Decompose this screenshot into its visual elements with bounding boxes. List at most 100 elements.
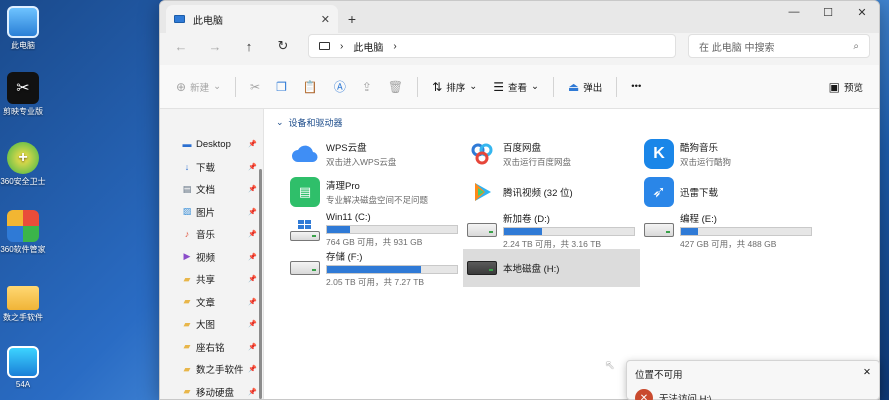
sidebar-item[interactable]: ▬ Desktop 📌	[160, 133, 263, 156]
tile-name: WPS云盘	[326, 143, 367, 154]
desktop-icon-folder[interactable]: 数之手软件	[0, 280, 46, 323]
maximize-button[interactable]: ☐	[811, 1, 845, 23]
sidebar-item[interactable]: ▨ 图片 📌	[160, 201, 263, 224]
tile-sub: 双击运行酷狗	[680, 157, 732, 167]
paste-button[interactable]: 📋	[297, 73, 324, 101]
tile-drive-e[interactable]: 编程 (E:) 427 GB 可用，共 488 GB	[640, 211, 817, 249]
share-icon: ⇪	[361, 79, 372, 94]
tile-xunlei[interactable]: ➶ 迅雷下载	[640, 173, 817, 211]
search-placeholder: 在 此电脑 中搜索	[699, 42, 775, 54]
scissors-icon: ✂	[250, 79, 261, 94]
forward-arrow-icon[interactable]: →	[200, 35, 230, 57]
tile-tencent-video[interactable]: 腾讯视频 (32 位)	[463, 173, 640, 211]
tile-baidu-netdisk[interactable]: 百度网盘 双击运行百度网盘	[463, 135, 640, 173]
minimize-button[interactable]: —	[777, 1, 811, 23]
sidebar-item-label: 共享	[196, 275, 216, 287]
tile-drive-h[interactable]: 本地磁盘 (H:)	[463, 249, 640, 287]
sidebar-item[interactable]: ♪ 音乐 📌	[160, 223, 263, 246]
new-button[interactable]: ⊕ 新建 ⌄	[170, 73, 227, 101]
sort-button[interactable]: ⇅ 排序 ⌄	[426, 73, 483, 101]
pin-icon[interactable]: 📌	[248, 365, 257, 373]
command-bar: ⊕ 新建 ⌄ ✂ ❐ 📋 Ⓐ ⇪ 🗑 ⇅ 排序 ⌄ ☰ 查看 ⌄ ⏏ 弹出 ••…	[160, 65, 879, 109]
tile-drive-f[interactable]: 存储 (F:) 2.05 TB 可用，共 7.27 TB	[286, 249, 463, 287]
delete-button[interactable]: 🗑	[382, 73, 409, 101]
cloud-icon	[290, 139, 320, 169]
chevron-down-icon: ⌄	[276, 116, 284, 127]
new-tab-button[interactable]: +	[338, 5, 366, 33]
tile-wps-cloud[interactable]: WPS云盘 双击进入WPS云盘	[286, 135, 463, 173]
dialog-close-icon[interactable]: ✕	[863, 367, 871, 381]
pin-icon[interactable]: 📌	[248, 230, 257, 238]
tile-drive-d[interactable]: 新加卷 (D:) 2.24 TB 可用，共 3.16 TB	[463, 211, 640, 249]
sidebar-item[interactable]: ▰ 文章 📌	[160, 291, 263, 314]
pin-icon[interactable]: 📌	[248, 208, 257, 216]
pin-icon[interactable]: 📌	[248, 298, 257, 306]
sidebar-item[interactable]: ▰ 共享 📌	[160, 268, 263, 291]
pin-icon[interactable]: 📌	[248, 275, 257, 283]
drive-usage-bar	[326, 264, 458, 274]
sidebar-item[interactable]: ▶ 视频 📌	[160, 246, 263, 269]
sidebar-item[interactable]: ▰ 移动硬盘 📌	[160, 381, 263, 400]
drive-name: 编程 (E:)	[680, 213, 717, 225]
tile-drive-c[interactable]: Win11 (C:) 764 GB 可用，共 931 GB	[286, 211, 463, 249]
path-segment-this-pc[interactable]: 此电脑	[353, 39, 383, 54]
chevron-down-icon: ⌄	[469, 81, 478, 92]
copy-button[interactable]: ❐	[270, 73, 293, 101]
sidebar-item[interactable]: ▰ 座右铭 📌	[160, 336, 263, 359]
share-button[interactable]: ⇪	[356, 73, 378, 101]
pin-icon[interactable]: 📌	[248, 388, 257, 396]
new-label: 新建	[190, 82, 210, 94]
pin-icon[interactable]: 📌	[248, 185, 257, 193]
desktop-icon-jianying[interactable]: ✂ 剪映专业版	[0, 72, 46, 117]
search-input[interactable]: 在 此电脑 中搜索 ⌕	[688, 34, 870, 58]
sidebar-item-label: 文档	[196, 185, 216, 197]
drive-space: 427 GB 可用，共 488 GB	[680, 238, 777, 249]
eject-button[interactable]: ⏏ 弹出	[562, 73, 608, 101]
close-button[interactable]: ✕	[845, 1, 879, 23]
preview-button[interactable]: ▣ 预览	[823, 73, 869, 101]
sidebar-scrollbar[interactable]	[259, 169, 262, 399]
desktop-icon: ▬	[182, 139, 192, 150]
tile-cleaner-pro[interactable]: ▤ 清理Pro 专业解决磁盘空间不足问题	[286, 173, 463, 211]
refresh-icon[interactable]: ↻	[268, 35, 298, 57]
sort-icon: ⇅	[432, 79, 443, 94]
cut-button[interactable]: ✂	[244, 73, 266, 101]
sidebar-item-label: 文章	[196, 297, 216, 309]
sidebar-item[interactable]: ▤ 文档 📌	[160, 178, 263, 201]
desktop-icon-label: 此电脑	[11, 41, 35, 50]
pin-icon[interactable]: 📌	[248, 253, 257, 261]
paste-icon: 📋	[302, 79, 318, 94]
chevron-down-icon: ⌄	[213, 81, 222, 92]
desktop-icon-360-safe[interactable]: + 360安全卫士	[0, 142, 46, 187]
tile-kugou[interactable]: K 酷狗音乐 双击运行酷狗	[640, 135, 817, 173]
divider	[616, 76, 618, 97]
pin-icon[interactable]: 📌	[248, 140, 257, 148]
rename-button[interactable]: Ⓐ	[328, 73, 352, 101]
pin-icon[interactable]: 📌	[248, 320, 257, 328]
path-chevron-icon: ›	[340, 40, 344, 52]
pin-icon[interactable]: 📌	[248, 163, 257, 171]
desktop-icon-360-software[interactable]: 360软件管家	[0, 210, 46, 255]
section-header-devices[interactable]: ⌄ 设备和驱动器	[276, 115, 867, 129]
sidebar-item[interactable]: ▰ 数之手软件 📌	[160, 358, 263, 381]
document-icon: ▤	[182, 183, 192, 194]
pin-icon[interactable]: 📌	[248, 343, 257, 351]
sidebar-item[interactable]: ↓ 下载 📌	[160, 156, 263, 179]
tab-close-icon[interactable]: ✕	[321, 13, 330, 26]
tencent-video-icon	[467, 177, 497, 207]
sidebar-item[interactable]: ▰ 大图 📌	[160, 313, 263, 336]
folder-icon: ▰	[183, 296, 191, 307]
drive-space: 764 GB 可用，共 931 GB	[326, 237, 423, 247]
desktop-icon-this-pc[interactable]: 此电脑	[0, 6, 46, 51]
section-title: 设备和驱动器	[288, 117, 343, 128]
view-button[interactable]: ☰ 查看 ⌄	[487, 73, 545, 101]
drive-usage-bar	[680, 226, 812, 236]
more-button[interactable]: •••	[625, 73, 647, 101]
path-box[interactable]: › 此电脑 ›	[308, 34, 676, 58]
desktop-icon-label: 数之手软件	[3, 313, 43, 322]
desktop-icon-54a[interactable]: 54A	[0, 346, 46, 389]
tab-this-pc[interactable]: 此电脑 ✕	[166, 5, 338, 33]
baidu-netdisk-icon	[467, 139, 497, 169]
back-arrow-icon[interactable]: ←	[166, 35, 196, 57]
up-arrow-icon[interactable]: ↑	[234, 35, 264, 57]
